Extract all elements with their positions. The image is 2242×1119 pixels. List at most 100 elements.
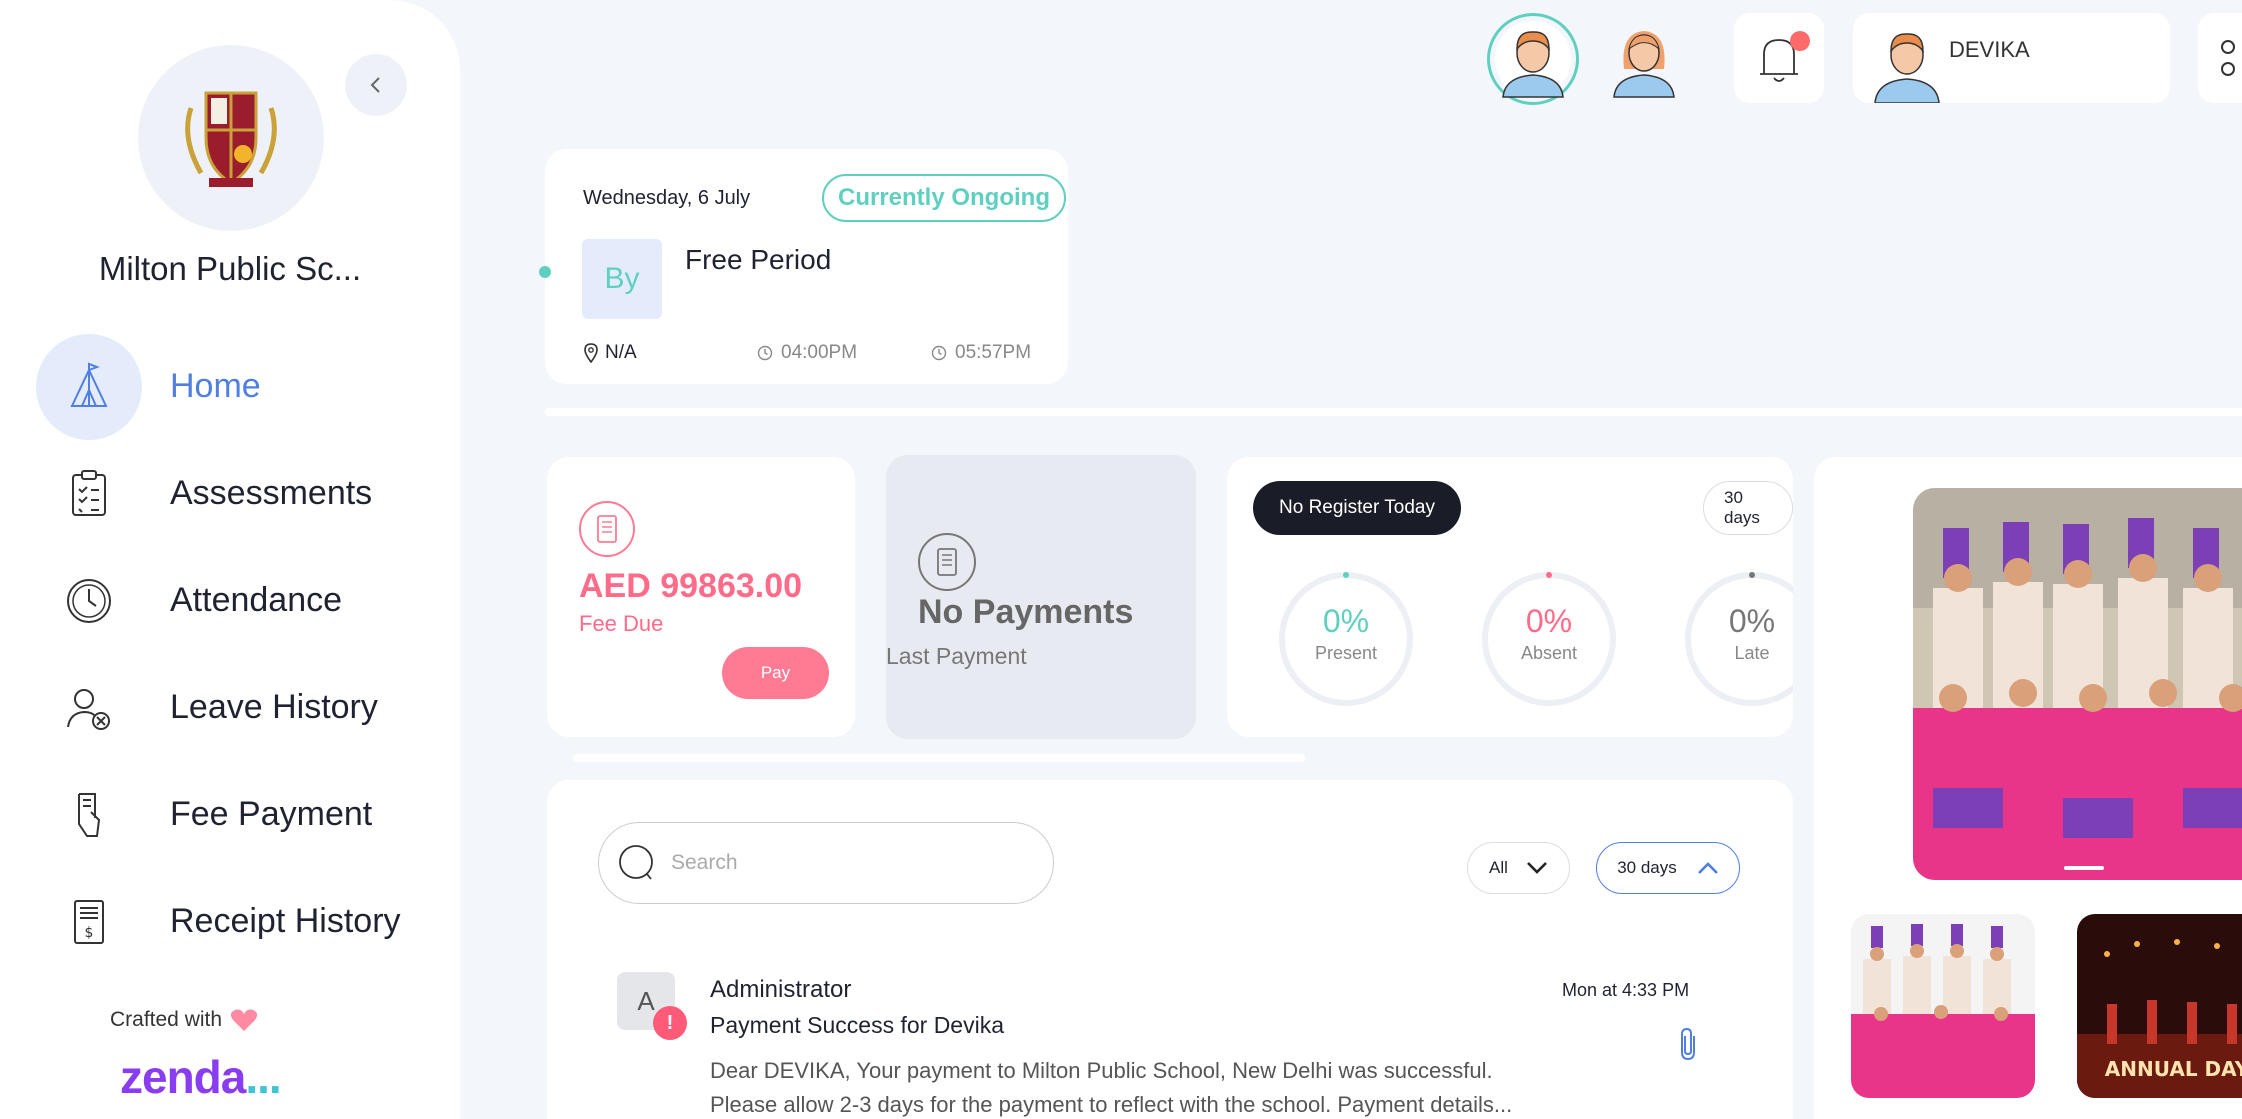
chevron-left-icon <box>370 77 380 93</box>
fee-label: Fee Due <box>579 611 664 636</box>
girl-avatar-icon <box>1613 31 1675 98</box>
brand-dots: ... <box>245 1051 281 1103</box>
user-profile[interactable]: DEVIKA <box>1853 13 2170 103</box>
school-crest-icon <box>185 91 277 187</box>
school-name: Milton Public Sc... <box>98 250 362 287</box>
range-filter-dropdown[interactable]: 30 days <box>1596 842 1740 894</box>
search-box[interactable] <box>598 822 1054 904</box>
sidebar-item-label: Home <box>170 367 261 405</box>
notifications-card: All 30 days A ! Administrator Payment Su… <box>547 780 1793 1119</box>
collapse-sidebar-button[interactable] <box>345 54 407 116</box>
sidebar-nav: Home Assessments Attendance Leave Histor… <box>36 333 436 975</box>
tent-icon <box>36 333 142 440</box>
heart-icon <box>230 1009 258 1031</box>
timeline-scrollbar[interactable] <box>545 408 2242 416</box>
hand-bill-icon <box>36 762 142 868</box>
period-date: Wednesday, 6 July <box>583 187 751 209</box>
register-status-badge: No Register Today <box>1253 481 1461 535</box>
gallery-main-photo[interactable] <box>1913 488 2242 880</box>
notifications-button[interactable] <box>1734 13 1824 103</box>
search-icon <box>619 845 653 880</box>
message-body-line2: Please allow 2-3 days for the payment to… <box>710 1092 1513 1117</box>
cards-scrollbar[interactable] <box>573 754 1305 762</box>
sidebar-item-receipt-history[interactable]: $ Receipt History <box>36 868 436 975</box>
school-logo <box>138 45 324 231</box>
gallery-thumb-1[interactable] <box>1851 914 2035 1098</box>
attachment-button[interactable] <box>1677 1026 1701 1067</box>
type-filter-label: All <box>1489 858 1508 877</box>
sidebar-item-assessments[interactable]: Assessments <box>36 440 436 547</box>
sidebar-item-label: Fee Payment <box>170 795 373 833</box>
message-subject[interactable]: Payment Success for Devika <box>710 1012 1004 1039</box>
timeline-dot <box>539 266 551 278</box>
gallery-indicator <box>2064 866 2104 870</box>
brand-logo: zenda... <box>120 1050 282 1104</box>
status-badge: Currently Ongoing <box>822 174 1066 222</box>
message-body-line1: Dear DEVIKA, Your payment to Milton Publ… <box>710 1058 1493 1083</box>
message-sender: Administrator <box>710 976 852 1003</box>
bill-icon <box>918 533 976 591</box>
alert-badge: ! <box>653 1006 687 1040</box>
end-time: 05:57PM <box>931 342 1031 364</box>
paperclip-icon <box>1681 1027 1695 1061</box>
notification-dot <box>1790 31 1810 51</box>
annual-day-thumbnail-image: ANNUAL DAY <box>2077 914 2242 1098</box>
present-ring: 0% Present <box>1276 569 1416 709</box>
payment-subtitle: Last Payment <box>886 643 1027 669</box>
absent-value: 0% <box>1525 603 1573 639</box>
students-thumbnail-image <box>1851 914 2035 1098</box>
bill-icon <box>579 501 635 557</box>
students-photo-image <box>1913 488 2242 880</box>
fee-due-card: AED 99863.00 Fee Due Pay <box>547 457 855 737</box>
last-payment-card: No Payments Last Payment <box>886 455 1196 739</box>
sidebar-item-attendance[interactable]: Attendance <box>36 547 436 654</box>
svg-text:$: $ <box>85 925 94 941</box>
late-label: Late <box>1734 643 1770 663</box>
start-time-text: 04:00PM <box>781 342 858 363</box>
location-pin-icon <box>584 343 598 363</box>
absent-label: Absent <box>1520 643 1578 663</box>
clock-small-icon <box>757 345 773 361</box>
user-avatar-icon <box>1874 33 1940 103</box>
annual-day-caption: ANNUAL DAY <box>2105 1057 2242 1081</box>
child-avatar-boy[interactable] <box>1487 13 1579 105</box>
attendance-range-select[interactable]: 30 days <box>1703 481 1793 535</box>
sidebar-item-leave-history[interactable]: Leave History <box>36 654 436 761</box>
present-value: 0% <box>1322 603 1370 639</box>
type-filter-dropdown[interactable]: All <box>1467 842 1570 894</box>
start-time: 04:00PM <box>757 342 857 364</box>
user-name: DEVIKA <box>1949 37 2030 62</box>
crafted-with: Crafted with <box>110 1008 258 1032</box>
absent-ring: 0% Absent <box>1479 569 1619 709</box>
late-value: 0% <box>1728 603 1776 639</box>
boy-avatar-icon <box>1495 21 1571 98</box>
child-avatar-girl[interactable] <box>1598 13 1690 105</box>
clock-small-icon <box>931 345 947 361</box>
attendance-card: No Register Today 30 days 0% Present 0% … <box>1227 457 1793 737</box>
sidebar: Milton Public Sc... Home Assessments Att… <box>0 0 460 1119</box>
receipt-icon: $ <box>36 869 142 975</box>
grid-menu-icon <box>2221 40 2235 76</box>
current-period-card[interactable]: Wednesday, 6 July Currently Ongoing By F… <box>539 149 1068 384</box>
sidebar-item-label: Attendance <box>170 581 343 619</box>
late-ring: 0% Late <box>1682 569 1793 709</box>
chevron-down-icon <box>1527 862 1547 874</box>
present-label: Present <box>1314 643 1378 663</box>
sidebar-item-fee-payment[interactable]: Fee Payment <box>36 761 436 868</box>
range-filter-label: 30 days <box>1617 858 1677 877</box>
crafted-with-label: Crafted with <box>110 1008 223 1031</box>
fee-amount: AED 99863.00 <box>579 567 803 605</box>
location-text: N/A <box>605 342 637 363</box>
sidebar-item-label: Receipt History <box>170 902 401 940</box>
sidebar-item-label: Leave History <box>170 688 378 726</box>
payment-title: No Payments <box>918 593 1134 631</box>
search-input[interactable] <box>671 851 1011 875</box>
pay-button[interactable]: Pay <box>722 647 829 699</box>
sidebar-item-home[interactable]: Home <box>36 333 436 440</box>
gallery-thumb-2[interactable]: ANNUAL DAY <box>2077 914 2242 1098</box>
chevron-up-icon <box>1697 862 1718 874</box>
end-time-text: 05:57PM <box>955 342 1032 363</box>
user-cancel-icon <box>36 655 142 761</box>
more-menu-button[interactable] <box>2198 13 2242 103</box>
period-title: Free Period <box>685 244 832 275</box>
